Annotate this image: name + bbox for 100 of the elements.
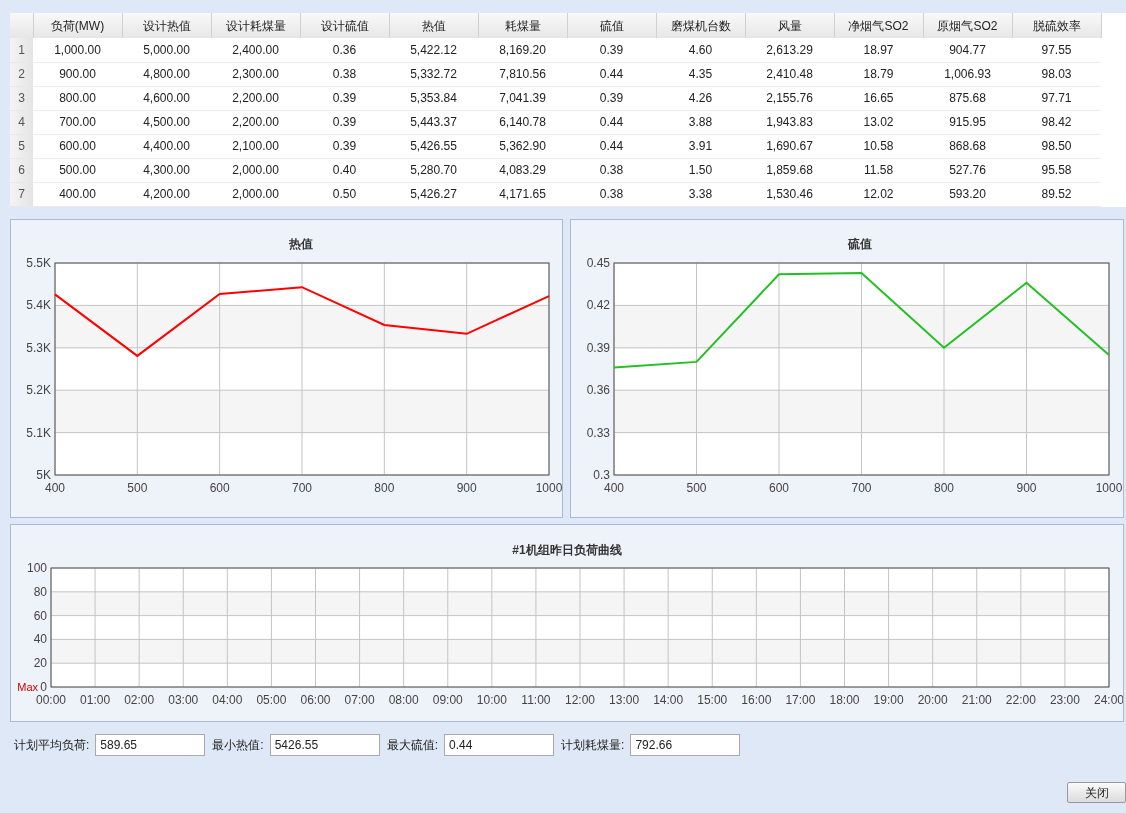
input-field[interactable]: 792.66 <box>630 734 741 756</box>
table-cell: 868.68 <box>923 134 1012 158</box>
table-cell: 4,200.00 <box>122 182 211 206</box>
table-cell: 2,613.29 <box>745 38 834 62</box>
table-cell: 1,943.83 <box>745 110 834 134</box>
table-cell: 2,100.00 <box>211 134 300 158</box>
table-cell: 2,000.00 <box>211 182 300 206</box>
x-tick-label: 600 <box>209 481 230 495</box>
row-number: 5 <box>10 134 33 158</box>
table-cell: 7,810.56 <box>478 62 567 86</box>
y-tick-label: 0.3 <box>593 468 610 482</box>
table-cell: 8,169.20 <box>478 38 567 62</box>
table-cell: 2,400.00 <box>211 38 300 62</box>
table-cell: 3.38 <box>656 182 745 206</box>
x-tick-label: 06:00 <box>300 693 331 707</box>
x-tick-label: 500 <box>686 481 707 495</box>
table-cell: 0.36 <box>300 38 389 62</box>
table-cell: 4,400.00 <box>122 134 211 158</box>
table-cell: 1.50 <box>656 158 745 182</box>
table-cell: 18.79 <box>834 62 923 86</box>
x-tick-label: 800 <box>374 481 395 495</box>
x-tick-label: 400 <box>45 481 65 495</box>
y-tick-label: 0.33 <box>586 425 610 440</box>
table-cell: 904.77 <box>923 38 1012 62</box>
table-cell: 4,800.00 <box>122 62 211 86</box>
table-cell: 900.00 <box>33 62 122 86</box>
y-tick-label: 5.3K <box>26 340 51 355</box>
row-number: 1 <box>10 38 33 62</box>
x-tick-label: 00:00 <box>36 693 66 707</box>
column-header[interactable]: 负荷(MW) <box>33 13 122 38</box>
column-header[interactable]: 磨煤机台数 <box>656 13 745 38</box>
column-header[interactable]: 设计硫值 <box>300 13 389 38</box>
row-number: 2 <box>10 62 33 86</box>
x-tick-label: 12:00 <box>565 693 595 707</box>
column-header[interactable]: 脱硫效率 <box>1012 13 1101 38</box>
input-field[interactable]: 0.44 <box>444 734 555 756</box>
table-cell: 12.02 <box>834 182 923 206</box>
column-header[interactable]: 净烟气SO2 <box>834 13 923 38</box>
row-number: 6 <box>10 158 33 182</box>
table-cell: 13.02 <box>834 110 923 134</box>
table-cell: 0.38 <box>567 158 656 182</box>
y-tick-label: 0.39 <box>586 340 610 355</box>
table-cell: 0.39 <box>300 110 389 134</box>
column-header[interactable]: 耗煤量 <box>478 13 567 38</box>
table-cell: 400.00 <box>33 182 122 206</box>
table-cell: 4,600.00 <box>122 86 211 110</box>
table-cell: 1,690.67 <box>745 134 834 158</box>
table-cell: 4,083.29 <box>478 158 567 182</box>
table-cell: 4.26 <box>656 86 745 110</box>
x-tick-label: 11:00 <box>521 693 551 707</box>
table-cell: 97.71 <box>1012 86 1101 110</box>
column-header[interactable]: 风量 <box>745 13 834 38</box>
table-cell: 0.39 <box>300 86 389 110</box>
table-cell: 0.40 <box>300 158 389 182</box>
table-cell: 5,332.72 <box>389 62 478 86</box>
x-tick-label: 03:00 <box>168 693 199 707</box>
table-cell: 98.50 <box>1012 134 1101 158</box>
table-cell: 527.76 <box>923 158 1012 182</box>
table-cell: 97.55 <box>1012 38 1101 62</box>
table-cell: 2,200.00 <box>211 86 300 110</box>
row-number: 7 <box>10 182 33 206</box>
y-tick-label: 100 <box>26 561 47 575</box>
column-header[interactable]: 热值 <box>389 13 478 38</box>
x-tick-label: 800 <box>934 481 954 495</box>
table-cell: 2,410.48 <box>745 62 834 86</box>
x-tick-label: 16:00 <box>741 693 772 707</box>
table-cell: 0.44 <box>567 134 656 158</box>
close-button[interactable]: 关闭 <box>1067 782 1126 803</box>
field-label: 最小热值: <box>212 737 264 754</box>
table-cell: 95.58 <box>1012 158 1101 182</box>
x-tick-label: 14:00 <box>653 693 684 707</box>
column-header[interactable]: 硫值 <box>567 13 656 38</box>
chart-title: #1机组昨日负荷曲线 <box>512 543 622 557</box>
table-cell: 800.00 <box>33 86 122 110</box>
y-tick-label: 0.42 <box>586 298 610 313</box>
table-cell: 915.95 <box>923 110 1012 134</box>
input-field[interactable]: 5426.55 <box>269 734 380 756</box>
table-cell: 10.58 <box>834 134 923 158</box>
field-label: 计划耗煤量: <box>561 737 625 754</box>
table-cell: 4,300.00 <box>122 158 211 182</box>
x-tick-label: 17:00 <box>785 693 816 707</box>
x-tick-label: 09:00 <box>432 693 463 707</box>
input-field[interactable]: 589.65 <box>95 734 206 756</box>
y-tick-label: 5.1K <box>26 425 51 440</box>
x-tick-label: 400 <box>604 481 624 495</box>
row-number: 3 <box>10 86 33 110</box>
table-cell: 5,422.12 <box>389 38 478 62</box>
x-tick-label: 700 <box>292 481 312 495</box>
table-cell: 0.39 <box>300 134 389 158</box>
x-tick-label: 01:00 <box>80 693 111 707</box>
y-tick-label: 5K <box>36 468 51 482</box>
table-cell: 0.38 <box>567 182 656 206</box>
table-cell: 3.91 <box>656 134 745 158</box>
table-cell: 5,426.27 <box>389 182 478 206</box>
x-tick-label: 20:00 <box>917 693 948 707</box>
table-cell: 593.20 <box>923 182 1012 206</box>
column-header[interactable]: 原烟气SO2 <box>923 13 1012 38</box>
column-header[interactable]: 设计热值 <box>122 13 211 38</box>
table-cell: 700.00 <box>33 110 122 134</box>
column-header[interactable]: 设计耗煤量 <box>211 13 300 38</box>
